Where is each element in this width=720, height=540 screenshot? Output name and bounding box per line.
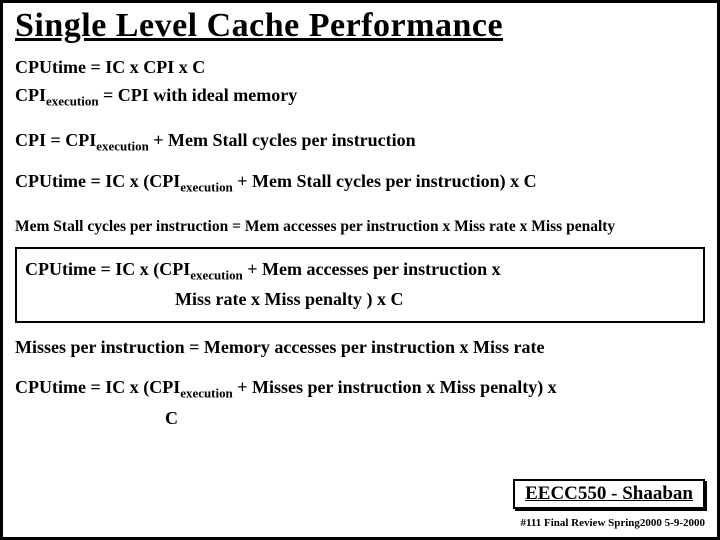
subscript: execution <box>180 386 233 401</box>
eq-misses-per-instr: Misses per instruction = Memory accesses… <box>15 335 705 359</box>
eq-cpi-total: CPI = CPIexecution + Mem Stall cycles pe… <box>15 128 705 155</box>
txt: CPUtime = IC x (CPI <box>25 259 190 279</box>
spacer <box>15 363 705 371</box>
subscript: execution <box>46 94 99 109</box>
eq-cpi-execution-def: CPIexecution = CPI with ideal memory <box>15 83 705 110</box>
eq-cputime-miss-1: CPUtime = IC x (CPIexecution + Mem acces… <box>25 257 695 284</box>
eq-cputime-final-2: C <box>15 406 705 430</box>
course-footer-box: EECC550 - Shaaban <box>513 479 705 509</box>
txt: + Mem Stall cycles per instruction <box>149 130 416 150</box>
spacer <box>15 159 705 165</box>
eq-cputime-final-1: CPUtime = IC x (CPIexecution + Misses pe… <box>15 375 705 402</box>
eq-cputime-expanded: CPUtime = IC x (CPIexecution + Mem Stall… <box>15 169 705 196</box>
slide: Single Level Cache Performance CPUtime =… <box>0 0 720 540</box>
slide-meta: #111 Final Review Spring2000 5-9-2000 <box>520 517 705 529</box>
spacer <box>15 201 705 213</box>
txt: + Mem Stall cycles per instruction) x C <box>233 171 537 191</box>
subscript: execution <box>190 268 243 283</box>
txt: = CPI with ideal memory <box>99 85 298 105</box>
subscript: execution <box>180 180 233 195</box>
subscript: execution <box>96 139 149 154</box>
txt: + Misses per instruction x Miss penalty)… <box>233 377 557 397</box>
eq-cputime-miss-2: Miss rate x Miss penalty ) x C <box>25 287 695 311</box>
txt: CPI <box>15 85 46 105</box>
txt: CPI = CPI <box>15 130 96 150</box>
highlight-box: CPUtime = IC x (CPIexecution + Mem acces… <box>15 247 705 322</box>
slide-title: Single Level Cache Performance <box>15 7 705 45</box>
eq-cputime-basic: CPUtime = IC x CPI x C <box>15 55 705 79</box>
txt: CPUtime = IC x (CPI <box>15 171 180 191</box>
txt: + Mem accesses per instruction x <box>243 259 501 279</box>
spacer <box>15 114 705 124</box>
txt: CPUtime = IC x (CPI <box>15 377 180 397</box>
eq-mem-stall: Mem Stall cycles per instruction = Mem a… <box>15 217 705 238</box>
